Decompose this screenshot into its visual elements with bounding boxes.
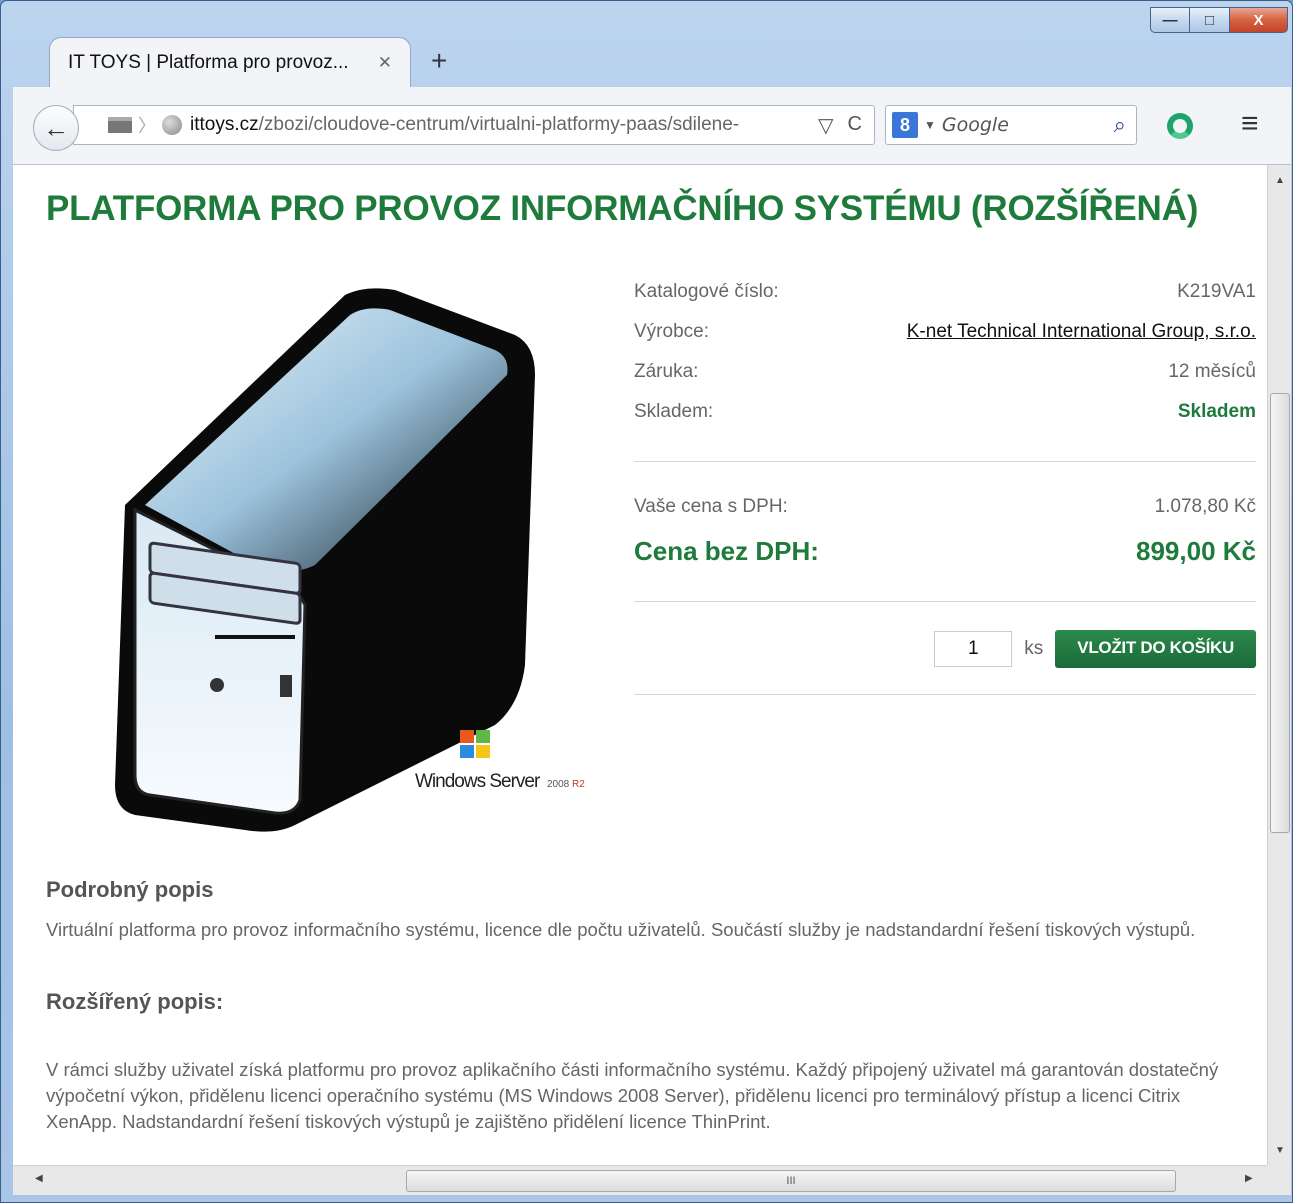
close-window-button[interactable]: X: [1230, 7, 1288, 33]
maximize-button[interactable]: □: [1190, 7, 1230, 33]
window-controls: — □ X: [1150, 7, 1288, 33]
detail-description-heading: Podrobný popis: [46, 877, 214, 902]
warranty-value: 12 měsíců: [1168, 361, 1256, 382]
globe-icon: [162, 115, 182, 135]
warranty-label: Záruka:: [634, 361, 699, 382]
scroll-down-arrow-icon[interactable]: ▼: [1275, 1145, 1285, 1156]
divider: [634, 601, 1256, 602]
addon-icon[interactable]: [1167, 113, 1193, 139]
page-icon: [108, 117, 132, 133]
vertical-scrollbar[interactable]: ▲ ▼: [1267, 165, 1291, 1165]
windows-server-logo-text: Windows Server: [415, 771, 541, 792]
page-title: PLATFORMA PRO PROVOZ INFORMAČNÍHO SYSTÉM…: [46, 189, 1199, 228]
horizontal-scroll-thumb[interactable]: III: [406, 1170, 1176, 1192]
page-content: PLATFORMA PRO PROVOZ INFORMAČNÍHO SYSTÉM…: [13, 165, 1267, 1165]
add-to-cart-row: 1 ks VLOŽIT DO KOŠÍKU: [634, 630, 1256, 668]
scroll-left-arrow-icon[interactable]: ◀: [35, 1173, 43, 1184]
scroll-right-arrow-icon[interactable]: ▶: [1245, 1173, 1253, 1184]
stock-status: Skladem: [1177, 401, 1256, 422]
reload-icon[interactable]: C: [848, 113, 862, 138]
divider: [634, 461, 1256, 462]
price-with-vat-label: Vaše cena s DPH:: [634, 496, 788, 517]
url-bar-actions: ▽ C: [818, 113, 862, 138]
browser-tab[interactable]: IT TOYS | Platforma pro provoz... ✕: [49, 37, 411, 87]
windows-server-version-text: 2008: [547, 779, 570, 790]
catalog-number-row: Katalogové číslo: K219VA1: [634, 277, 1256, 317]
unit-label: ks: [1024, 638, 1044, 659]
price-with-vat-value: 1.078,80 Kč: [1154, 496, 1256, 517]
quantity-input[interactable]: 1: [934, 631, 1013, 667]
catalog-number-value: K219VA1: [1177, 281, 1256, 302]
new-tab-button[interactable]: +: [431, 47, 447, 75]
manufacturer-link[interactable]: K-net Technical International Group, s.r…: [907, 321, 1256, 342]
history-dropdown-icon[interactable]: ▽: [818, 113, 833, 138]
minimize-button[interactable]: —: [1150, 7, 1190, 33]
url-bar[interactable]: 〉 ittoys.cz/zbozi/cloudove-centrum/virtu…: [73, 105, 875, 145]
detail-description-text: Virtuální platforma pro provoz informačn…: [46, 919, 1196, 940]
extended-description-text: V rámci služby uživatel získá platformu …: [46, 1059, 1219, 1132]
url-text[interactable]: ittoys.cz/zbozi/cloudove-centrum/virtual…: [190, 114, 818, 136]
manufacturer-label: Výrobce:: [634, 321, 709, 342]
product-info: Katalogové číslo: K219VA1 Výrobce: K-net…: [634, 277, 1256, 695]
separator-chevron-icon: 〉: [138, 116, 156, 136]
tab-close-icon[interactable]: ✕: [378, 53, 392, 73]
windows-server-edition-text: R2: [572, 779, 585, 790]
extended-description-heading: Rozšířený popis:: [46, 989, 224, 1014]
stock-label: Skladem:: [634, 401, 714, 422]
url-path: /zbozi/cloudove-centrum/virtualni-platfo…: [258, 114, 740, 135]
price-with-vat-row: Vaše cena s DPH: 1.078,80 Kč: [634, 496, 1256, 518]
catalog-number-label: Katalogové číslo:: [634, 281, 779, 302]
search-engine-dropdown-icon[interactable]: ▼: [924, 118, 936, 132]
add-to-cart-button[interactable]: VLOŽIT DO KOŠÍKU: [1055, 630, 1256, 668]
price-without-vat-label: Cena bez DPH:: [634, 536, 819, 566]
google-plus-icon[interactable]: 8: [892, 112, 918, 138]
browser-window: — □ X IT TOYS | Platforma pro provoz... …: [0, 0, 1293, 1203]
warranty-row: Záruka: 12 měsíců: [634, 357, 1256, 397]
url-bar-icons: 〉: [94, 112, 182, 138]
tab-title: IT TOYS | Platforma pro provoz...: [68, 51, 349, 73]
navigation-toolbar: 〉 ittoys.cz/zbozi/cloudove-centrum/virtu…: [13, 87, 1291, 165]
product-image: Windows Server 2008 R2: [115, 288, 585, 832]
manufacturer-row: Výrobce: K-net Technical International G…: [634, 317, 1256, 357]
back-button[interactable]: ←: [33, 105, 79, 151]
price-without-vat-value: 899,00 Kč: [1136, 536, 1256, 566]
hamburger-menu-icon[interactable]: ≡: [1241, 107, 1259, 141]
horizontal-scrollbar[interactable]: ◀ III ▶: [13, 1165, 1267, 1195]
vertical-scroll-thumb[interactable]: [1270, 393, 1290, 833]
scrollbar-corner: [1267, 1165, 1291, 1195]
search-input[interactable]: Google: [942, 114, 1114, 136]
divider: [634, 694, 1256, 695]
price-without-vat-row: Cena bez DPH: 899,00 Kč: [634, 536, 1256, 567]
back-arrow-icon: ←: [43, 112, 69, 143]
search-magnifier-icon[interactable]: ⌕: [1114, 112, 1126, 138]
scroll-up-arrow-icon[interactable]: ▲: [1275, 175, 1285, 186]
search-bar[interactable]: 8 ▼ Google ⌕: [885, 105, 1137, 145]
url-domain: ittoys.cz: [190, 114, 259, 135]
stock-row: Skladem: Skladem: [634, 397, 1256, 437]
